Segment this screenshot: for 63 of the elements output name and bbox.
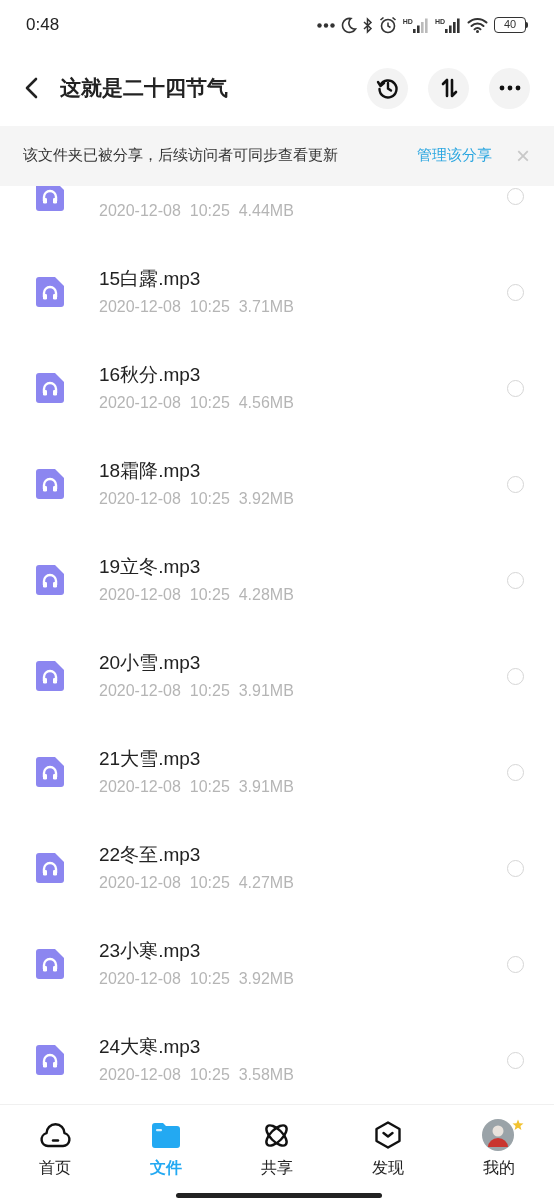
- nav-tab[interactable]: 我的: [443, 1119, 554, 1200]
- file-meta: 2020-12-08 10:25 4.28MB: [99, 585, 295, 605]
- file-row[interactable]: 18霜降.mp3 2020-12-08 10:25 3.92MB: [0, 436, 554, 532]
- hexagon-icon: [374, 1121, 401, 1149]
- audio-file-icon: [36, 1045, 64, 1075]
- wifi-icon: [467, 17, 488, 33]
- file-name: 15白露.mp3: [99, 267, 202, 291]
- alarm-icon: [378, 16, 397, 34]
- file-name: 24大寒.mp3: [99, 1035, 202, 1059]
- orbit-icon: [263, 1121, 291, 1149]
- status-time: 0:48: [26, 14, 60, 37]
- file-meta: 2020-12-08 10:25 3.58MB: [99, 1065, 295, 1085]
- more-button[interactable]: [489, 67, 530, 109]
- folder-icon: [152, 1122, 181, 1148]
- file-name: 16秋分.mp3: [99, 363, 202, 387]
- file-row[interactable]: 22冬至.mp3 2020-12-08 10:25 4.27MB: [0, 820, 554, 916]
- audio-file-icon: [36, 949, 64, 979]
- file-meta: 2020-12-08 10:25 3.91MB: [99, 681, 295, 701]
- cloud-icon: [39, 1122, 71, 1148]
- more-dots-icon: [316, 22, 335, 28]
- file-row[interactable]: 15白露.mp3 2020-12-08 10:25 3.71MB: [0, 244, 554, 340]
- file-meta: 2020-12-08 10:25 3.71MB: [99, 297, 295, 317]
- file-meta: 2020-12-08 10:25 4.44MB: [99, 201, 295, 221]
- audio-file-icon: [36, 661, 64, 691]
- nav-tab[interactable]: 发现: [332, 1119, 444, 1200]
- file-name: 22冬至.mp3: [99, 843, 202, 867]
- file-row[interactable]: 16秋分.mp3 2020-12-08 10:25 4.56MB: [0, 340, 554, 436]
- folder-title: 这就是二十四节气: [60, 75, 229, 102]
- audio-file-icon: [36, 373, 64, 403]
- battery-icon: 40: [494, 17, 528, 33]
- audio-file-icon: [36, 853, 64, 883]
- file-row[interactable]: 23小寒.mp3 2020-12-08 10:25 3.92MB: [0, 916, 554, 1012]
- sort-button[interactable]: [428, 67, 469, 109]
- file-name: 23小寒.mp3: [99, 939, 202, 963]
- file-row[interactable]: 19立冬.mp3 2020-12-08 10:25 4.28MB: [0, 532, 554, 628]
- file-name: 20小雪.mp3: [99, 651, 202, 675]
- file-name: 18霜降.mp3: [99, 459, 202, 483]
- file-name: 21大雪.mp3: [99, 747, 202, 771]
- file-meta: 2020-12-08 10:25 3.92MB: [99, 489, 295, 509]
- file-meta: 2020-12-08 10:25 4.56MB: [99, 393, 295, 413]
- file-row[interactable]: 20小雪.mp3 2020-12-08 10:25 3.91MB: [0, 628, 554, 724]
- file-meta: 2020-12-08 10:25 3.91MB: [99, 777, 295, 797]
- nav-tab[interactable]: 共享: [221, 1119, 333, 1200]
- banner-text: 该文件夹已被分享，后续访问者可同步查看更新: [23, 146, 339, 166]
- history-button[interactable]: [367, 67, 408, 109]
- moon-icon: [340, 16, 357, 34]
- audio-file-icon: [36, 757, 64, 787]
- history-icon: [375, 76, 400, 100]
- file-row[interactable]: 24大寒.mp3 2020-12-08 10:25 3.58MB: [0, 1012, 554, 1104]
- avatar-icon: [481, 1119, 514, 1151]
- nav-tab[interactable]: 首页: [0, 1119, 111, 1200]
- signal-icon: [445, 17, 461, 33]
- file-name: 19立冬.mp3: [99, 555, 202, 579]
- more-icon: [498, 85, 521, 91]
- star-badge-icon: [511, 1119, 524, 1131]
- audio-file-icon: [36, 277, 64, 307]
- audio-file-icon: [36, 565, 64, 595]
- audio-file-icon: [36, 469, 64, 499]
- file-row[interactable]: 21大雪.mp3 2020-12-08 10:25 3.91MB: [0, 724, 554, 820]
- bluetooth-icon: [362, 16, 373, 34]
- file-meta: 2020-12-08 10:25 4.27MB: [99, 873, 295, 893]
- file-meta: 2020-12-08 10:25 3.92MB: [99, 969, 295, 989]
- signal-icon: [412, 17, 429, 33]
